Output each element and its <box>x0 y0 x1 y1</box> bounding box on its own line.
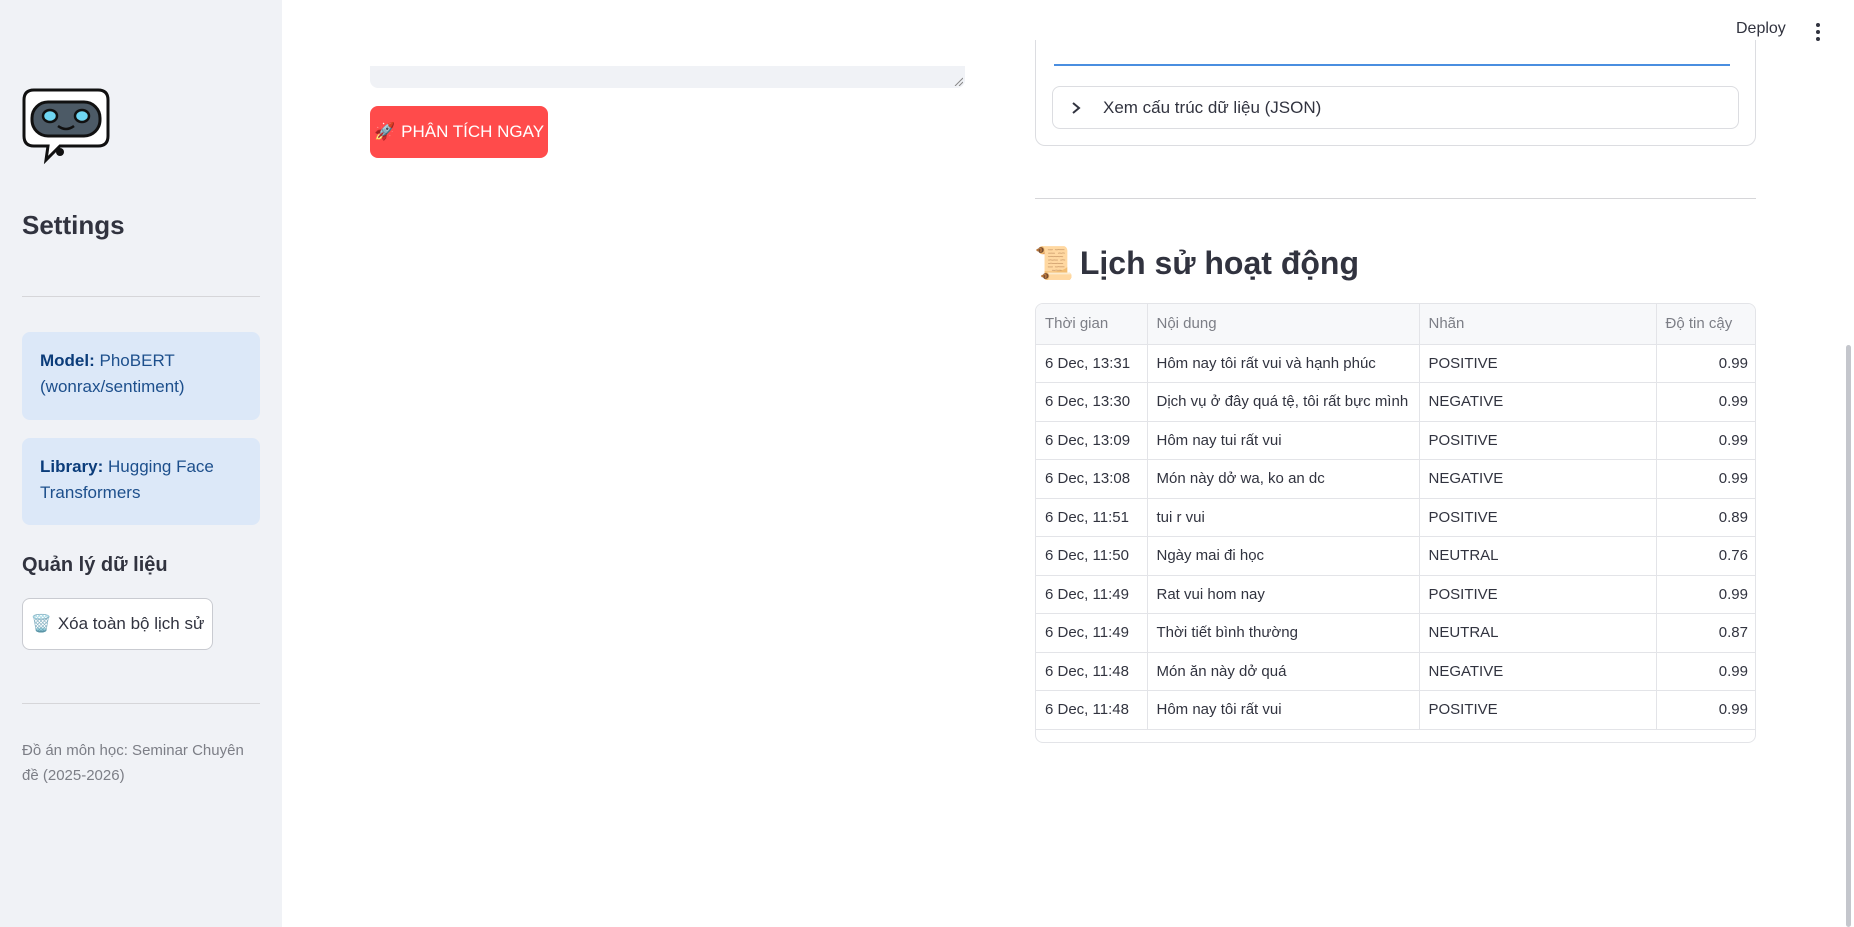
column-header-time[interactable]: Thời gian <box>1036 304 1148 345</box>
cell-time: 6 Dec, 11:48 <box>1036 652 1148 691</box>
cell-label: POSITIVE <box>1419 575 1657 614</box>
input-focus-line <box>1054 64 1730 66</box>
cell-label: POSITIVE <box>1419 690 1657 730</box>
table-header-row: Thời gian Nội dung Nhãn Độ tin cậy <box>1036 304 1755 345</box>
table-row[interactable]: 6 Dec, 11:50 Ngày mai đi học NEUTRAL 0.76 <box>1036 536 1755 576</box>
cell-content: Rat vui hom nay <box>1147 575 1420 614</box>
chevron-right-icon <box>1071 101 1091 115</box>
cell-time: 6 Dec, 11:49 <box>1036 575 1148 614</box>
cell-confidence: 0.76 <box>1656 536 1755 576</box>
table-row[interactable]: 6 Dec, 11:49 Rat vui hom nay POSITIVE 0.99 <box>1036 575 1755 614</box>
clear-history-button[interactable]: 🗑️ Xóa toàn bộ lịch sử <box>22 598 213 650</box>
table-row[interactable]: 6 Dec, 11:49 Thời tiết bình thường NEUTRAL… <box>1036 613 1755 653</box>
cell-confidence: 0.99 <box>1656 690 1755 730</box>
cell-content: tui r vui <box>1147 498 1420 537</box>
column-header-confidence[interactable]: Độ tin cậy <box>1656 304 1755 345</box>
scroll-icon: 📜 <box>1034 245 1074 281</box>
cell-content: Thời tiết bình thường <box>1147 613 1420 653</box>
table-row[interactable]: 6 Dec, 13:30 Dịch vụ ở đây quá tệ, tôi rấ… <box>1036 382 1755 422</box>
cell-label: POSITIVE <box>1419 421 1657 460</box>
table-row[interactable]: 6 Dec, 11:51 tui r vui POSITIVE 0.89 <box>1036 498 1755 537</box>
cell-time: 6 Dec, 11:50 <box>1036 536 1148 576</box>
cell-time: 6 Dec, 13:31 <box>1036 344 1148 383</box>
robot-chat-icon <box>22 88 110 165</box>
cell-content: Ngày mai đi học <box>1147 536 1420 576</box>
cell-content: Hôm nay tui rất vui <box>1147 421 1420 460</box>
cell-confidence: 0.99 <box>1656 421 1755 460</box>
cell-time: 6 Dec, 13:30 <box>1036 382 1148 422</box>
model-info-label: Model: <box>40 351 95 370</box>
cell-label: NEUTRAL <box>1419 536 1657 576</box>
cell-content: Món ăn này dở quá <box>1147 652 1420 691</box>
rocket-icon: 🚀 <box>373 122 396 141</box>
history-title: Lịch sử hoạt động <box>1079 244 1359 281</box>
cell-time: 6 Dec, 11:51 <box>1036 498 1148 537</box>
cell-content: Món này dở wa, ko an dc <box>1147 459 1420 499</box>
cell-confidence: 0.87 <box>1656 613 1755 653</box>
clear-history-label: Xóa toàn bộ lịch sử <box>57 614 205 633</box>
page-scrollbar[interactable] <box>1846 345 1851 927</box>
cell-label: POSITIVE <box>1419 498 1657 537</box>
kebab-menu-icon[interactable] <box>1808 20 1828 44</box>
sidebar: Settings Model: PhoBERT (wonrax/sentimen… <box>0 0 282 927</box>
cell-content: Hôm nay tôi rất vui <box>1147 690 1420 730</box>
table-row[interactable]: 6 Dec, 13:31 Hôm nay tôi rất vui và hạnh … <box>1036 344 1755 383</box>
cell-label: POSITIVE <box>1419 344 1657 383</box>
history-heading: 📜 Lịch sử hoạt động <box>1034 244 1359 282</box>
column-header-label[interactable]: Nhãn <box>1419 304 1657 345</box>
json-expander[interactable]: Xem cấu trúc dữ liệu (JSON) <box>1052 86 1739 129</box>
analyze-button-label: PHÂN TÍCH NGAY <box>401 122 545 141</box>
table-row[interactable]: 6 Dec, 11:48 Món ăn này dở quá NEGATIVE 0.9… <box>1036 652 1755 691</box>
analyze-button[interactable]: 🚀 PHÂN TÍCH NGAY <box>370 106 548 158</box>
cell-confidence: 0.99 <box>1656 652 1755 691</box>
cell-time: 6 Dec, 11:48 <box>1036 690 1148 730</box>
cell-time: 6 Dec, 13:08 <box>1036 459 1148 499</box>
model-info-box: Model: PhoBERT (wonrax/sentiment) <box>22 332 260 420</box>
column-header-content[interactable]: Nội dung <box>1147 304 1420 345</box>
library-info-box: Library: Hugging Face Transformers <box>22 438 260 525</box>
cell-confidence: 0.99 <box>1656 575 1755 614</box>
cell-label: NEGATIVE <box>1419 382 1657 422</box>
divider <box>22 703 260 704</box>
cell-content: Dịch vụ ở đây quá tệ, tôi rất bực mình <box>1147 382 1420 422</box>
sidebar-title: Settings <box>22 210 125 240</box>
history-table[interactable]: Thời gian Nội dung Nhãn Độ tin cậy 6 Dec… <box>1035 303 1756 743</box>
cell-label: NEGATIVE <box>1419 652 1657 691</box>
text-input-area[interactable] <box>370 66 965 88</box>
cell-time: 6 Dec, 13:09 <box>1036 421 1148 460</box>
cell-time: 6 Dec, 11:49 <box>1036 613 1148 653</box>
deploy-button[interactable]: Deploy <box>1736 20 1786 38</box>
resize-grip-icon[interactable] <box>953 76 963 86</box>
divider <box>22 296 260 297</box>
cell-confidence: 0.99 <box>1656 382 1755 422</box>
divider <box>1035 198 1756 199</box>
cell-label: NEUTRAL <box>1419 613 1657 653</box>
cell-confidence: 0.99 <box>1656 459 1755 499</box>
table-row[interactable]: 6 Dec, 13:08 Món này dở wa, ko an dc NEGAT… <box>1036 459 1755 499</box>
cell-confidence: 0.89 <box>1656 498 1755 537</box>
json-expander-label: Xem cấu trúc dữ liệu (JSON) <box>1103 97 1322 117</box>
cell-label: NEGATIVE <box>1419 459 1657 499</box>
table-row[interactable]: 6 Dec, 11:48 Hôm nay tôi rất vui POSITIVE 0… <box>1036 690 1755 730</box>
cell-content: Hôm nay tôi rất vui và hạnh phúc <box>1147 344 1420 383</box>
footer-note: Đồ án môn học: Seminar Chuyên đề (2025-2… <box>22 742 244 784</box>
trash-icon: 🗑️ <box>30 614 52 633</box>
table-row[interactable]: 6 Dec, 13:09 Hôm nay tui rất vui POSITIVE 0… <box>1036 421 1755 460</box>
data-management-heading: Quản lý dữ liệu <box>22 554 168 576</box>
library-info-label: Library: <box>40 457 104 476</box>
cell-confidence: 0.99 <box>1656 344 1755 383</box>
